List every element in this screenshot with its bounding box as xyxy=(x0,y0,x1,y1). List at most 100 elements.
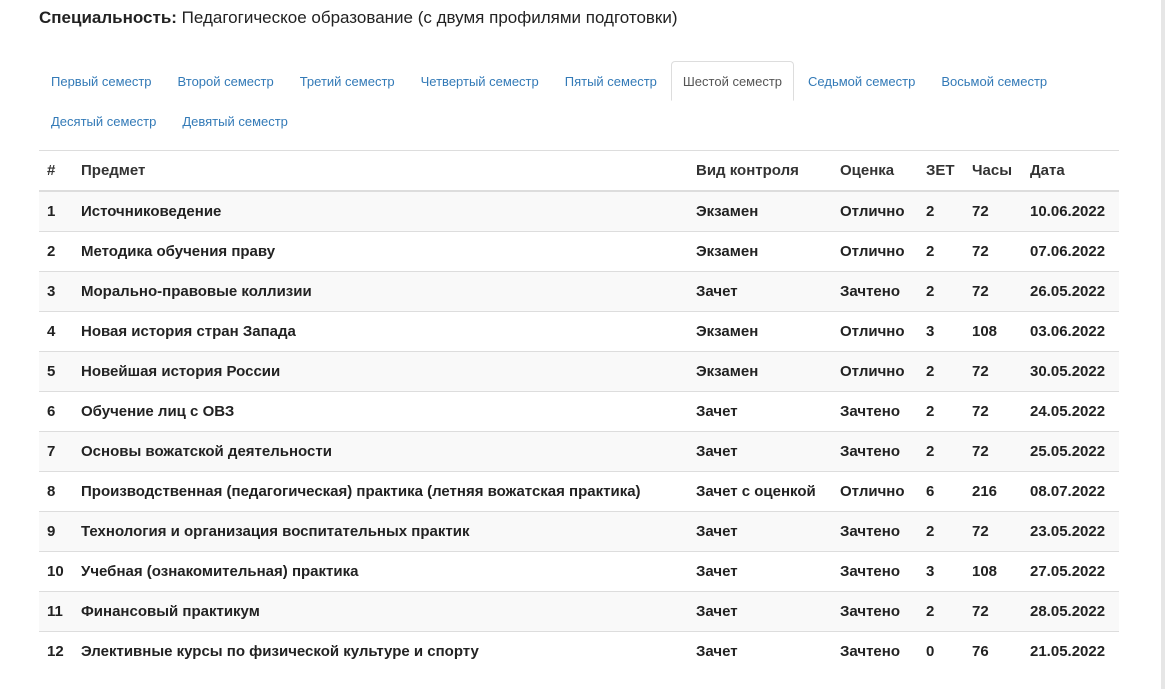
tab-semester-9[interactable]: Девятый семестр xyxy=(170,101,300,141)
credits: 3 xyxy=(918,550,964,591)
grade: Отлично xyxy=(832,350,918,391)
row-number: 8 xyxy=(39,470,73,511)
credits: 2 xyxy=(918,510,964,551)
hours: 216 xyxy=(964,470,1022,511)
date: 07.06.2022 xyxy=(1022,230,1119,271)
subject-name: Новая история стран Запада xyxy=(73,310,688,351)
subject-name: Методика обучения праву xyxy=(73,230,688,271)
grade: Зачтено xyxy=(832,270,918,311)
table-row: 3 Морально-правовые коллизии Зачет Зачтено 2… xyxy=(39,270,1119,311)
row-number: 12 xyxy=(39,630,73,671)
control-type: Экзамен xyxy=(688,350,832,391)
table-row: 10 Учебная (ознакомительная) практика Заче… xyxy=(39,550,1119,591)
row-number: 11 xyxy=(39,590,73,631)
subject-name: Технология и организация воспитательных … xyxy=(73,510,688,551)
hours: 72 xyxy=(964,350,1022,391)
credits: 3 xyxy=(918,310,964,351)
date: 03.06.2022 xyxy=(1022,310,1119,351)
header-date: Дата xyxy=(1022,151,1119,192)
hours: 72 xyxy=(964,590,1022,631)
date: 28.05.2022 xyxy=(1022,590,1119,631)
grade: Зачтено xyxy=(832,550,918,591)
table-row: 11 Финансовый практикум Зачет Зачтено 2 72 28.… xyxy=(39,590,1119,631)
tab-semester-3[interactable]: Третий семестр xyxy=(288,61,407,101)
hours: 72 xyxy=(964,390,1022,431)
table-row: 12 Элективные курсы по физической культур… xyxy=(39,630,1119,671)
credits: 6 xyxy=(918,470,964,511)
control-type: Зачет xyxy=(688,270,832,311)
header-control-type: Вид контроля xyxy=(688,151,832,192)
subject-name: Элективные курсы по физической культуре … xyxy=(73,630,688,671)
subject-name: Обучение лиц с ОВЗ xyxy=(73,390,688,431)
grade: Зачтено xyxy=(832,630,918,671)
subject-name: Новейшая история России xyxy=(73,350,688,391)
control-type: Зачет с оценкой xyxy=(688,470,832,511)
credits: 2 xyxy=(918,430,964,471)
date: 10.06.2022 xyxy=(1022,190,1119,231)
control-type: Экзамен xyxy=(688,190,832,231)
control-type: Зачет xyxy=(688,430,832,471)
tab-semester-6[interactable]: Шестой семестр xyxy=(670,61,795,101)
grade: Зачтено xyxy=(832,510,918,551)
row-number: 7 xyxy=(39,430,73,471)
date: 24.05.2022 xyxy=(1022,390,1119,431)
subject-name: Морально-правовые коллизии xyxy=(73,270,688,311)
header-subject: Предмет xyxy=(73,151,688,192)
tab-semester-8[interactable]: Восьмой семестр xyxy=(929,61,1059,101)
tab-semester-2[interactable]: Второй семестр xyxy=(166,61,286,101)
subject-name: Учебная (ознакомительная) практика xyxy=(73,550,688,591)
specialty-value: Педагогическое образование (с двумя проф… xyxy=(181,8,678,27)
table-row: 5 Новейшая история России Экзамен Отлично 2 7… xyxy=(39,350,1119,391)
table-row: 6 Обучение лиц с ОВЗ Зачет Зачтено 2 72 24.05.… xyxy=(39,390,1119,431)
control-type: Зачет xyxy=(688,390,832,431)
row-number: 1 xyxy=(39,190,73,231)
grade: Отлично xyxy=(832,230,918,271)
semester-tabs-row-1: Первый семестр Второй семестр Третий сем… xyxy=(39,61,1119,101)
grade: Отлично xyxy=(832,470,918,511)
credits: 2 xyxy=(918,230,964,271)
scrollbar-track[interactable] xyxy=(1161,0,1165,689)
date: 27.05.2022 xyxy=(1022,550,1119,591)
semester-tabs-row-2: Десятый семестр Девятый семестр xyxy=(39,101,1119,141)
grades-table-container: # Предмет Вид контроля Оценка ЗЕТ Часы Д… xyxy=(39,150,1119,671)
credits: 2 xyxy=(918,350,964,391)
row-number: 3 xyxy=(39,270,73,311)
table-header-row: # Предмет Вид контроля Оценка ЗЕТ Часы Д… xyxy=(39,151,1119,192)
hours: 108 xyxy=(964,550,1022,591)
table-row: 2 Методика обучения праву Экзамен Отлично 2 7… xyxy=(39,230,1119,271)
row-number: 10 xyxy=(39,550,73,591)
control-type: Зачет xyxy=(688,630,832,671)
credits: 2 xyxy=(918,390,964,431)
row-number: 5 xyxy=(39,350,73,391)
row-number: 9 xyxy=(39,510,73,551)
credits: 2 xyxy=(918,590,964,631)
hours: 72 xyxy=(964,230,1022,271)
credits: 0 xyxy=(918,630,964,671)
credits: 2 xyxy=(918,190,964,231)
tab-semester-7[interactable]: Седьмой семестр xyxy=(796,61,927,101)
row-number: 4 xyxy=(39,310,73,351)
tab-semester-10[interactable]: Десятый семестр xyxy=(39,101,168,141)
date: 30.05.2022 xyxy=(1022,350,1119,391)
grades-table: # Предмет Вид контроля Оценка ЗЕТ Часы Д… xyxy=(39,151,1119,671)
table-row: 8 Производственная (педагогическая) практ… xyxy=(39,470,1119,511)
table-row: 4 Новая история стран Запада Экзамен Отличн… xyxy=(39,310,1119,351)
tab-semester-5[interactable]: Пятый семестр xyxy=(553,61,669,101)
date: 08.07.2022 xyxy=(1022,470,1119,511)
tab-semester-4[interactable]: Четвертый семестр xyxy=(409,61,551,101)
grade: Отлично xyxy=(832,190,918,231)
hours: 72 xyxy=(964,190,1022,231)
control-type: Зачет xyxy=(688,510,832,551)
header-number: # xyxy=(39,151,73,192)
control-type: Зачет xyxy=(688,550,832,591)
credits: 2 xyxy=(918,270,964,311)
date: 25.05.2022 xyxy=(1022,430,1119,471)
control-type: Зачет xyxy=(688,590,832,631)
semester-tabs: Первый семестр Второй семестр Третий сем… xyxy=(39,61,1119,141)
grade: Зачтено xyxy=(832,590,918,631)
tab-semester-1[interactable]: Первый семестр xyxy=(39,61,164,101)
table-row: 1 Источниковедение Экзамен Отлично 2 72 10.06.… xyxy=(39,190,1119,231)
hours: 108 xyxy=(964,310,1022,351)
hours: 72 xyxy=(964,270,1022,311)
specialty-heading: Специальность: Педагогическое образовани… xyxy=(39,8,678,28)
